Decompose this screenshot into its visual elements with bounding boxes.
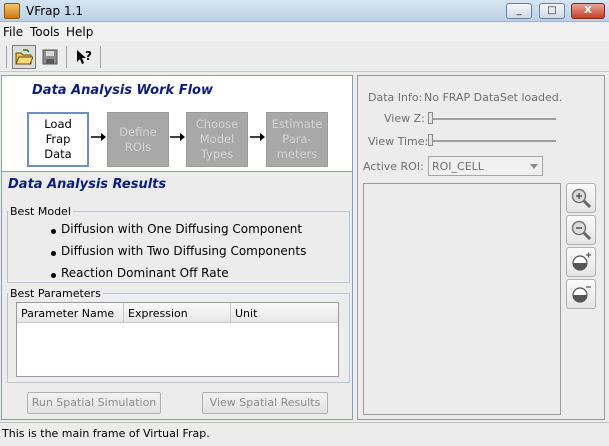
arrow-right-icon <box>250 133 265 141</box>
toolbar-separator <box>66 46 67 68</box>
view-time-slider[interactable] <box>428 134 433 146</box>
data-info-label: Data Info: <box>368 91 423 104</box>
best-parameters-label: Best Parameters <box>8 287 103 300</box>
zoom-out-button[interactable] <box>566 215 596 245</box>
view-spatial-results-button[interactable]: View Spatial Results <box>202 392 328 414</box>
save-icon <box>42 49 58 65</box>
view-time-track <box>430 140 556 142</box>
window-title: VFrap 1.1 <box>26 4 84 18</box>
active-roi-select[interactable]: ROI_CELL <box>428 156 543 176</box>
status-text: This is the main frame of Virtual Frap. <box>2 427 210 440</box>
chevron-down-icon <box>530 164 538 169</box>
step-load-frap-data[interactable]: Load Frap Data <box>27 112 89 167</box>
open-button[interactable] <box>12 45 36 69</box>
save-button[interactable] <box>38 45 62 69</box>
view-z-label: View Z: <box>384 112 425 125</box>
menu-file[interactable]: File <box>3 25 23 39</box>
bullet <box>51 229 56 234</box>
toolbar-grip <box>6 46 7 68</box>
open-folder-icon <box>15 49 33 65</box>
menu-tools[interactable]: Tools <box>30 25 60 39</box>
step-label: Estimate Para- meters <box>271 117 323 161</box>
analysis-panel: Data Analysis Work Flow Load Frap Data D… <box>1 75 353 420</box>
model-item: Diffusion with One Diffusing Component <box>61 222 303 236</box>
context-help-button[interactable]: ? <box>72 45 96 69</box>
step-label: Choose Model Types <box>195 117 239 161</box>
step-define-rois[interactable]: Define ROIs <box>107 112 169 167</box>
step-choose-model-types[interactable]: Choose Model Types <box>186 112 248 167</box>
maximize-button[interactable]: □ <box>539 3 565 19</box>
toolbar-separator <box>100 46 101 68</box>
workflow-title: Data Analysis Work Flow <box>32 83 213 98</box>
run-spatial-simulation-button[interactable]: Run Spatial Simulation <box>27 392 161 414</box>
svg-text:?: ? <box>85 49 92 63</box>
workflow-section: Data Analysis Work Flow Load Frap Data D… <box>2 76 352 172</box>
close-button[interactable]: X <box>571 3 605 19</box>
column-header[interactable]: Expression <box>124 303 231 323</box>
best-model-label: Best Model <box>8 205 73 218</box>
image-canvas[interactable] <box>363 183 561 415</box>
active-roi-value: ROI_CELL <box>432 160 484 173</box>
zoom-in-icon <box>571 188 592 209</box>
model-item: Diffusion with Two Diffusing Components <box>61 244 307 258</box>
results-section: Data Analysis Results Best Model Diffusi… <box>2 173 352 419</box>
bullet <box>51 251 56 256</box>
toolbar: ? <box>0 42 609 72</box>
step-label: Load Frap Data <box>44 117 72 161</box>
minimize-button[interactable]: _ <box>506 3 532 19</box>
status-bar: This is the main frame of Virtual Frap. <box>0 422 609 446</box>
step-label: Define ROIs <box>119 124 157 154</box>
view-z-track <box>430 118 556 120</box>
contrast-plus-icon <box>572 252 591 271</box>
view-z-slider[interactable] <box>428 112 433 124</box>
zoom-out-icon <box>571 220 592 241</box>
step-estimate-parameters[interactable]: Estimate Para- meters <box>266 112 328 167</box>
arrow-right-icon <box>170 133 185 141</box>
parameters-table[interactable]: Parameter Name Expression Unit <box>16 302 339 377</box>
results-title: Data Analysis Results <box>8 177 167 192</box>
zoom-in-button[interactable] <box>566 183 596 213</box>
model-item: Reaction Dominant Off Rate <box>61 266 229 280</box>
view-time-label: View Time: <box>368 135 429 148</box>
arrow-right-icon <box>91 133 106 141</box>
menu-help[interactable]: Help <box>66 25 93 39</box>
bullet <box>51 273 56 278</box>
contrast-minus-icon <box>572 286 591 303</box>
contrast-increase-button[interactable] <box>566 247 596 277</box>
contrast-decrease-button[interactable] <box>566 279 596 309</box>
column-header[interactable]: Parameter Name <box>17 303 124 323</box>
context-help-icon: ? <box>77 49 92 64</box>
data-info-value: No FRAP DataSet loaded. <box>424 91 563 104</box>
menu-bar: File Tools Help <box>0 23 609 41</box>
title-bar[interactable]: VFrap 1.1 _ □ X <box>0 0 609 22</box>
active-roi-label: Active ROI: <box>363 160 424 173</box>
image-viewer-panel: Data Info: No FRAP DataSet loaded. View … <box>357 75 605 420</box>
app-icon <box>4 3 20 19</box>
column-header[interactable]: Unit <box>231 303 338 323</box>
